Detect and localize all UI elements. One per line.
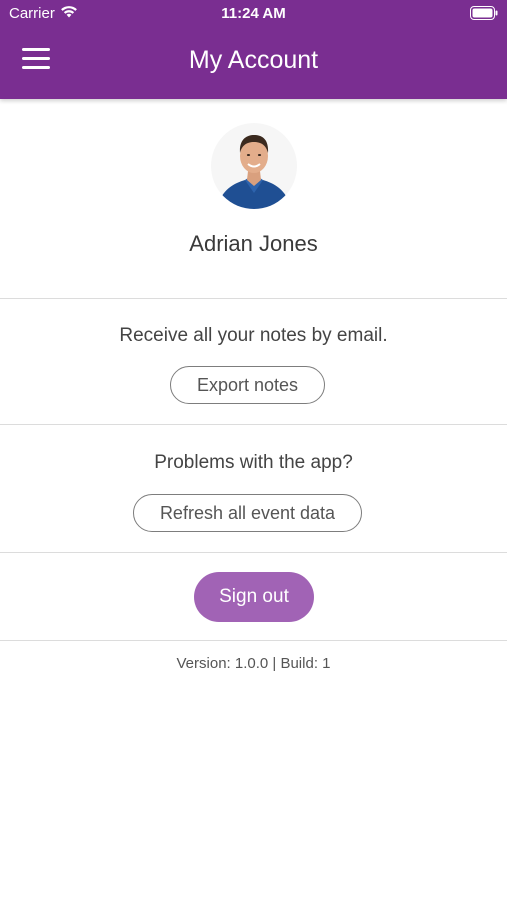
battery-icon (470, 6, 498, 24)
sign-out-button[interactable]: Sign out (194, 572, 314, 622)
profile-section: Adrian Jones (0, 99, 507, 299)
signout-section: Sign out (0, 553, 507, 641)
user-name: Adrian Jones (189, 231, 318, 256)
account-screen: Carrier 11:24 AM My Account Adrian Jones… (0, 0, 507, 900)
export-description: Receive all your notes by email. (119, 325, 388, 346)
top-bar: Carrier 11:24 AM My Account (0, 0, 507, 99)
refresh-section: Problems with the app? Refresh all event… (0, 425, 507, 553)
export-notes-button[interactable]: Export notes (170, 366, 325, 404)
version-label: Version: 1.0.0 | Build: 1 (176, 655, 331, 672)
nav-bar: My Account (0, 28, 507, 99)
status-bar: Carrier 11:24 AM (0, 0, 507, 28)
refresh-description: Problems with the app? (154, 452, 353, 473)
refresh-event-data-button[interactable]: Refresh all event data (133, 494, 362, 532)
export-section: Receive all your notes by email. Export … (0, 299, 507, 425)
page-title: My Account (188, 46, 319, 74)
status-time: 11:24 AM (221, 5, 286, 22)
avatar (211, 123, 297, 209)
